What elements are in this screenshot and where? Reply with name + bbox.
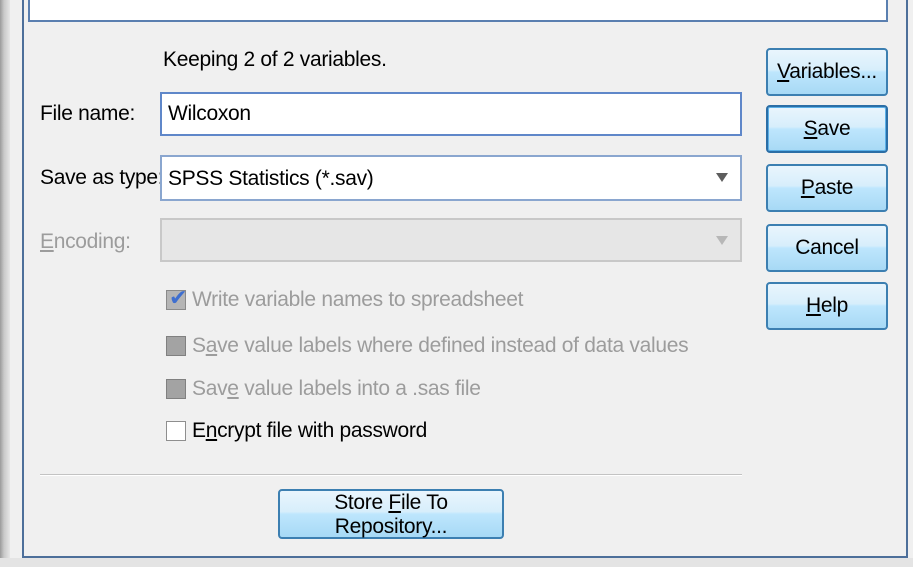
paste-button[interactable]: Paste bbox=[766, 164, 888, 212]
store-file-to-repository-button[interactable]: Store File To Repository... bbox=[278, 489, 504, 539]
help-button-mnemonic: H bbox=[806, 294, 821, 317]
dialog-frame-right bbox=[906, 0, 908, 557]
checkbox-save-value-labels-sas[interactable] bbox=[166, 379, 186, 399]
store-button-mnemonic: F bbox=[388, 491, 401, 514]
checkbox-encrypt-file[interactable] bbox=[166, 421, 186, 441]
paste-button-label: aste bbox=[814, 176, 854, 199]
save-as-type-label: Save as type: bbox=[40, 166, 164, 189]
file-name-input[interactable]: Wilcoxon bbox=[160, 92, 742, 136]
separator-line bbox=[40, 474, 742, 476]
window-left-edge bbox=[0, 0, 10, 567]
background-below-dialog bbox=[0, 558, 913, 567]
keeping-variables-status: Keeping 2 of 2 variables. bbox=[163, 48, 387, 71]
checkbox-write-variable-names[interactable]: ✔ bbox=[166, 285, 188, 310]
option-save-value-labels-label: Save value labels where defined instead … bbox=[192, 334, 689, 358]
file-list-box[interactable] bbox=[28, 0, 888, 22]
save-button-label: ave bbox=[817, 117, 851, 140]
save-button-mnemonic: S bbox=[803, 117, 818, 140]
file-name-label: File name: bbox=[40, 102, 136, 125]
checkbox-save-value-labels[interactable] bbox=[166, 336, 186, 356]
option-label-mnemonic: e bbox=[227, 377, 239, 400]
option-label-pre: Sav bbox=[192, 377, 228, 400]
option-save-value-labels-sas-label: Save value labels into a .sas file bbox=[192, 377, 481, 401]
option-label-mnemonic: n bbox=[205, 419, 218, 442]
option-label-post: value labels into a .sas file bbox=[238, 377, 481, 400]
option-encrypt-file-label[interactable]: Encrypt file with password bbox=[192, 419, 427, 443]
variables-button-label: ariables... bbox=[789, 60, 877, 83]
dropdown-arrow-icon bbox=[716, 236, 728, 245]
option-write-variable-names-label: Write variable names to spreadsheet bbox=[192, 288, 523, 312]
option-label-text: Write variable names to spreadsheet bbox=[192, 288, 524, 311]
save-button[interactable]: Save bbox=[766, 105, 888, 153]
paste-button-mnemonic: P bbox=[800, 176, 815, 199]
cancel-button-label: Cancel bbox=[795, 236, 859, 259]
help-button[interactable]: Help bbox=[766, 282, 888, 330]
save-as-type-select[interactable]: SPSS Statistics (*.sav) bbox=[160, 155, 742, 201]
help-button-label: elp bbox=[820, 294, 848, 317]
store-button-label-pre: Store bbox=[334, 491, 389, 514]
option-label-pre: S bbox=[192, 334, 206, 357]
dialog-frame-left bbox=[22, 0, 24, 557]
file-name-value: Wilcoxon bbox=[168, 102, 251, 125]
checkmark-icon: ✔ bbox=[169, 285, 188, 310]
variables-button-mnemonic: V bbox=[777, 60, 790, 83]
encoding-label-rest: ncoding: bbox=[53, 230, 131, 253]
encoding-label: Encoding: bbox=[40, 230, 131, 254]
option-label-mnemonic: a bbox=[205, 334, 218, 357]
encoding-select bbox=[160, 218, 742, 262]
cancel-button[interactable]: Cancel bbox=[766, 224, 888, 272]
option-label-post: ve value labels where defined instead of… bbox=[217, 334, 689, 357]
variables-button[interactable]: Variables... bbox=[766, 48, 888, 96]
encoding-label-mnemonic: E bbox=[40, 230, 54, 253]
option-label-post: crypt file with password bbox=[217, 419, 427, 442]
option-label-pre: E bbox=[192, 419, 206, 442]
dropdown-arrow-icon[interactable] bbox=[716, 173, 728, 182]
save-as-type-value: SPSS Statistics (*.sav) bbox=[168, 167, 374, 190]
